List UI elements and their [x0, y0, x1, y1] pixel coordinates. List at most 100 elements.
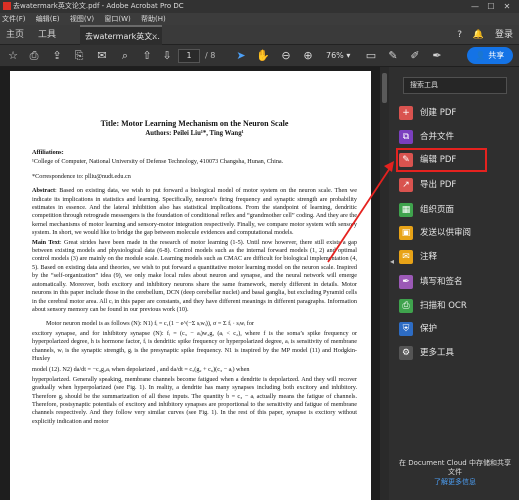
tool-item[interactable]: ⧉ 合并文件 [399, 128, 509, 146]
search-tools-input[interactable]: 搜索工具 [403, 77, 507, 94]
save-icon[interactable]: ⎙ [27, 48, 41, 64]
upload-icon[interactable]: ⇪ [50, 48, 64, 64]
page-view-icon[interactable]: ▭ [364, 48, 378, 64]
collapse-pane-icon[interactable]: ◂ [390, 257, 394, 266]
abstract-paragraph: Abstract: Based on existing data, we wis… [32, 187, 357, 237]
document-tab-label: 去watermark英文... [85, 32, 160, 41]
tool-item[interactable]: ▦ 组织页面 [399, 201, 509, 219]
tab-bar: 主页 工具 去watermark英文... × ? 🔔 登录 [0, 25, 519, 45]
zoom-in-icon[interactable]: ⊕ [301, 48, 315, 64]
document-cloud-promo: 在 Document Cloud 中存储和共享文件 了解更多信息 [397, 459, 513, 487]
model2-text: hyperpolarized. Generally speaking, memb… [32, 375, 357, 425]
tool-item[interactable]: ⎙ 扫描和 OCR [399, 297, 509, 315]
scan-ocr-icon: ⎙ [399, 299, 413, 313]
hand-tool-icon[interactable]: ✋ [256, 48, 270, 64]
tool-label: 发送以供审阅 [420, 228, 472, 238]
window-controls: — ☐ ✕ [467, 0, 515, 13]
promo-text: 在 Document Cloud 中存储和共享文件 [399, 459, 511, 476]
comment-tool-icon[interactable]: ✎ [386, 48, 400, 64]
pdf-page[interactable]: Title: Motor Learning Mechanism on the N… [10, 71, 371, 500]
main-text-heading: Main Text [32, 238, 60, 246]
tool-label: 保护 [420, 324, 438, 334]
help-icon[interactable]: ? [457, 30, 462, 40]
document-viewer[interactable]: Title: Motor Learning Mechanism on the N… [0, 67, 380, 500]
toolbar: ☆ ⎙ ⇪ ⎘ ✉ ⌕ ⇧ ⇩ 1 / 8 ➤ ✋ ⊖ ⊕ 76% ▾ ▭ ✎ … [0, 45, 519, 67]
tool-label: 创建 PDF [420, 108, 457, 118]
email-icon[interactable]: ✉ [95, 48, 109, 64]
highlight-tool-icon[interactable]: ✐ [408, 48, 422, 64]
tool-item[interactable]: ⛨ 保护 [399, 320, 509, 338]
tool-item[interactable]: ↗ 导出 PDF [399, 176, 509, 194]
fill-sign-icon: ✒ [399, 275, 413, 289]
acrobat-app-icon [3, 2, 11, 10]
bookmark-icon[interactable]: ☆ [6, 48, 20, 64]
top-right-actions: ? 🔔 登录 [449, 25, 513, 45]
comment-icon: ✉ [399, 250, 413, 264]
main-text-body: : Great strides have been made in the re… [32, 238, 357, 313]
tool-item[interactable]: ✉ 注释 [399, 248, 509, 266]
combine-files-icon: ⧉ [399, 130, 413, 144]
tool-label: 扫描和 OCR [420, 301, 467, 311]
zoom-level-select[interactable]: 76% ▾ [326, 49, 356, 63]
tool-label: 更多工具 [420, 348, 455, 358]
page-total: / 8 [205, 51, 216, 60]
protect-icon: ⛨ [399, 322, 413, 336]
search-icon[interactable]: ⌕ [118, 48, 132, 64]
correspondence-text: *Correspondence to: plliu@nudt.edu.cn [32, 172, 131, 180]
tool-item[interactable]: ▣ 发送以供审阅 [399, 224, 509, 242]
tool-item[interactable]: ✒ 填写和签名 [399, 273, 509, 291]
sign-tool-icon[interactable]: ✒ [430, 48, 444, 64]
page-down-icon[interactable]: ⇩ [160, 48, 174, 64]
paper-title: Title: Motor Learning Mechanism on the N… [100, 119, 289, 128]
maximize-button[interactable]: ☐ [483, 0, 499, 13]
bell-icon[interactable]: 🔔 [473, 30, 484, 40]
send-review-icon: ▣ [399, 226, 413, 240]
tool-label: 导出 PDF [420, 180, 457, 190]
organize-pages-icon: ▦ [399, 203, 413, 217]
abstract-heading: Abstract [32, 187, 56, 195]
menu-file[interactable]: 文件(F) [2, 15, 26, 23]
edit-pdf-highlight-box [396, 148, 487, 172]
minimize-button[interactable]: — [467, 0, 483, 13]
tab-tools[interactable]: 工具 [38, 25, 56, 45]
learn-more-link[interactable]: 了解更多信息 [397, 478, 513, 487]
create-pdf-icon: + [399, 106, 413, 120]
select-cursor-icon[interactable]: ➤ [234, 48, 248, 64]
model2-equation: model (12). N2) da/dt = −c₄g₂aᵢ when dep… [32, 366, 250, 374]
scrollbar-thumb[interactable] [382, 73, 387, 103]
zoom-level: 76% [326, 51, 344, 60]
close-window-button[interactable]: ✕ [499, 0, 515, 13]
menu-view[interactable]: 视图(V) [70, 15, 94, 23]
menu-edit[interactable]: 编辑(E) [36, 15, 60, 23]
tool-item[interactable]: + 创建 PDF [399, 104, 509, 122]
share-button[interactable]: 👤 共享 [467, 47, 513, 64]
tool-item[interactable]: ⚙ 更多工具 [399, 344, 509, 362]
tool-label: 组织页面 [420, 205, 455, 215]
more-tools-icon: ⚙ [399, 346, 413, 360]
tool-label: 填写和签名 [420, 277, 463, 287]
window-title: 去watermark英文论文.pdf - Adobe Acrobat Pro D… [13, 2, 184, 10]
menu-window[interactable]: 窗口(W) [104, 15, 130, 23]
window-title-bar: 去watermark英文论文.pdf - Adobe Acrobat Pro D… [0, 0, 519, 13]
export-pdf-icon: ↗ [399, 178, 413, 192]
paper-authors: Authors: Peilei Liu¹*, Ting Wang¹ [145, 130, 244, 137]
tool-label: 合并文件 [420, 132, 455, 142]
menu-help[interactable]: 帮助(H) [141, 15, 166, 23]
tab-document[interactable]: 去watermark英文... × [80, 25, 162, 45]
model-text: excitory synapse, and for inhibitory syn… [32, 329, 357, 362]
menu-bar: 文件(F) 编辑(E) 视图(V) 窗口(W) 帮助(H) [0, 13, 519, 25]
affiliations-heading: Affiliations: [32, 149, 64, 156]
login-link[interactable]: 登录 [495, 30, 513, 40]
affiliation-text: ¹College of Computer, National Universit… [32, 158, 284, 166]
main-text-paragraph: Main Text: Great strides have been made … [32, 239, 357, 315]
close-tab-icon[interactable]: × [151, 27, 158, 47]
abstract-text: : Based on existing data, we wish to put… [32, 187, 357, 237]
tab-home[interactable]: 主页 [6, 25, 24, 45]
page-number-input[interactable]: 1 [178, 49, 200, 63]
zoom-out-icon[interactable]: ⊖ [279, 48, 293, 64]
tool-label: 注释 [420, 252, 438, 262]
page-up-icon[interactable]: ⇧ [140, 48, 154, 64]
vertical-scrollbar[interactable] [380, 67, 389, 500]
print-icon[interactable]: ⎘ [72, 48, 86, 64]
share-label: 共享 [488, 51, 505, 60]
